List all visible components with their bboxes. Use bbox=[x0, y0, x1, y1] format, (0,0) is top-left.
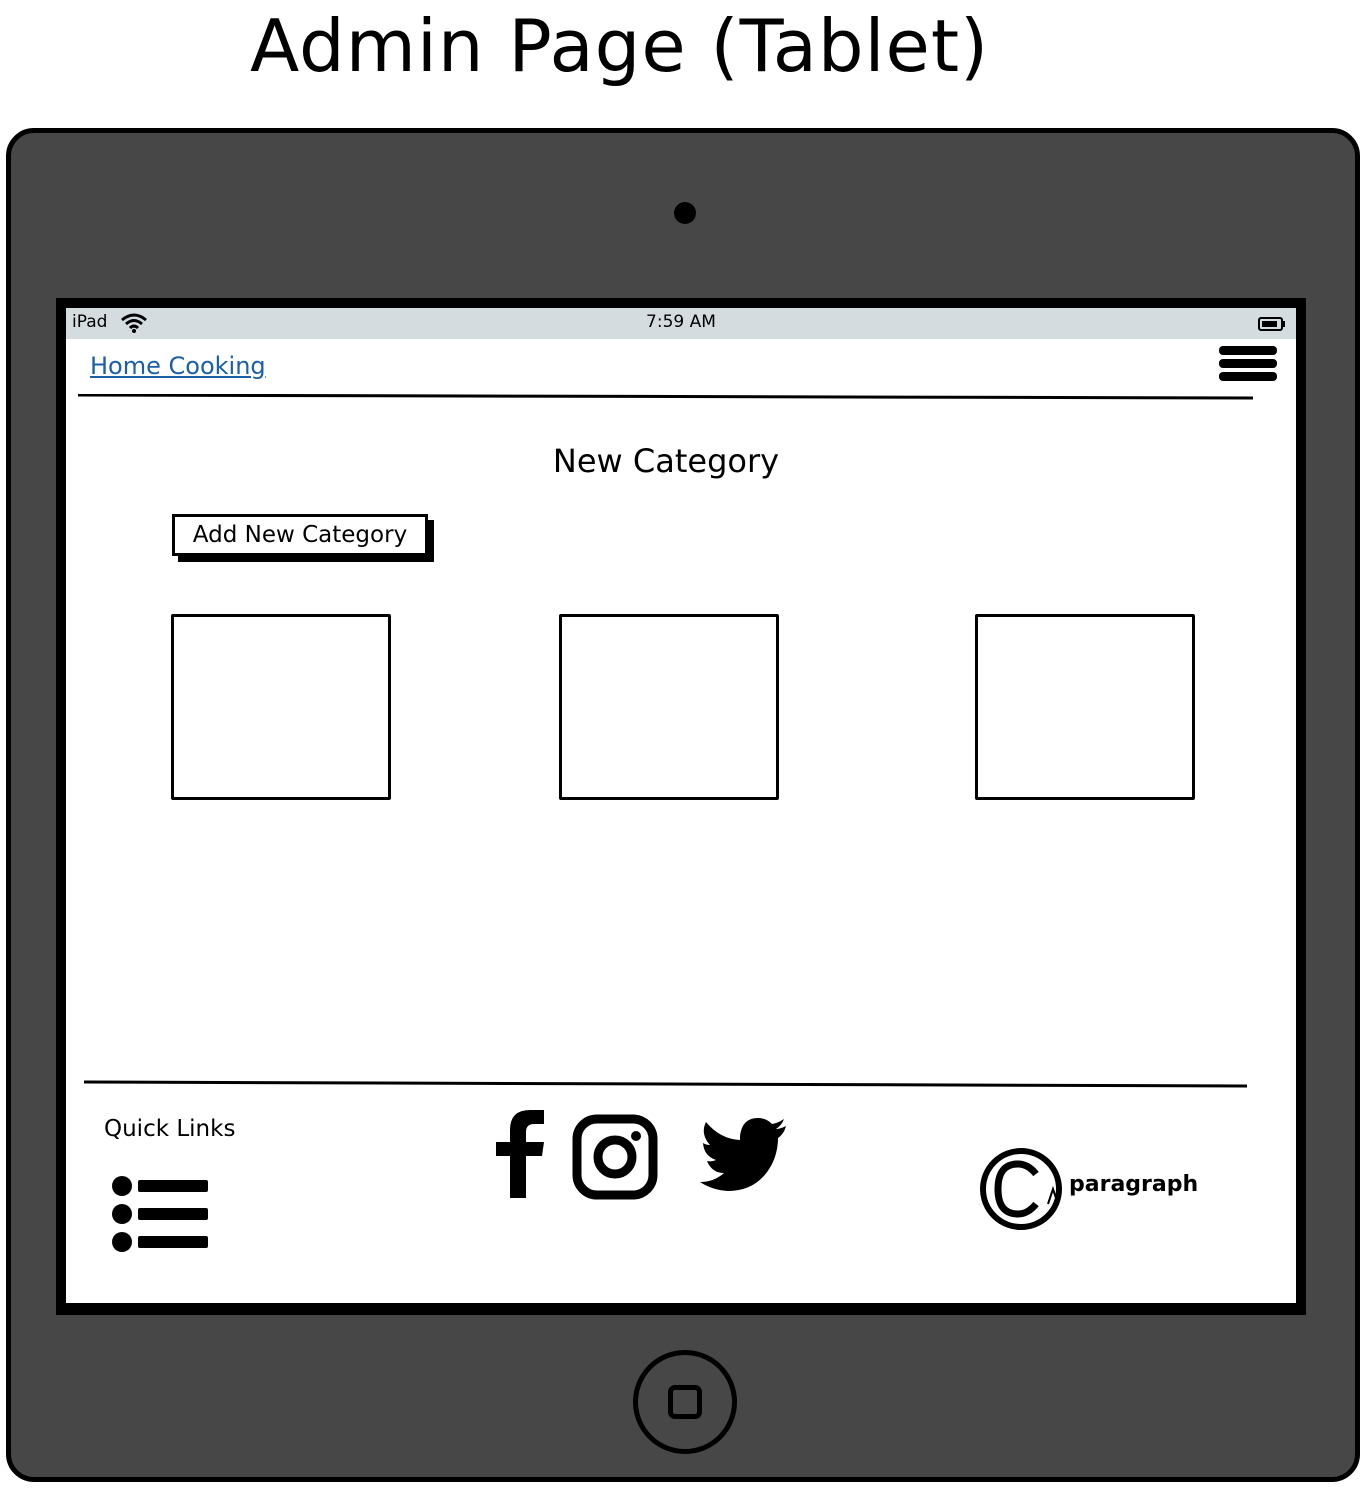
copyright-icon bbox=[980, 1148, 1062, 1230]
twitter-icon[interactable] bbox=[698, 1118, 788, 1194]
quick-links-label: Quick Links bbox=[104, 1116, 236, 1142]
status-bar: iPad 7:59 AM bbox=[66, 308, 1296, 339]
list-icon[interactable] bbox=[112, 1176, 212, 1254]
facebook-icon[interactable] bbox=[494, 1108, 546, 1198]
screen-content: iPad 7:59 AM Home Cooking New Category A… bbox=[66, 308, 1296, 1303]
section-heading: New Category bbox=[552, 442, 780, 480]
camera-icon bbox=[674, 202, 696, 224]
status-time: 7:59 AM bbox=[646, 312, 716, 332]
tablet-screen: iPad 7:59 AM Home Cooking New Category A… bbox=[56, 298, 1306, 1315]
home-button[interactable] bbox=[633, 1350, 737, 1454]
category-card[interactable] bbox=[559, 614, 779, 800]
home-button-square-icon bbox=[668, 1385, 702, 1419]
header-divider bbox=[78, 394, 1254, 400]
hamburger-menu-icon[interactable] bbox=[1219, 346, 1277, 394]
category-card[interactable] bbox=[975, 614, 1195, 800]
add-new-category-button[interactable]: Add New Category bbox=[172, 514, 428, 556]
page-title: Admin Page (Tablet) bbox=[250, 4, 990, 88]
footer-divider bbox=[84, 1080, 1248, 1088]
copyright-text: paragraph bbox=[1069, 1172, 1199, 1197]
battery-icon bbox=[1258, 316, 1286, 336]
category-card[interactable] bbox=[171, 614, 391, 800]
instagram-icon[interactable] bbox=[572, 1114, 658, 1200]
brand-link[interactable]: Home Cooking bbox=[90, 352, 266, 380]
